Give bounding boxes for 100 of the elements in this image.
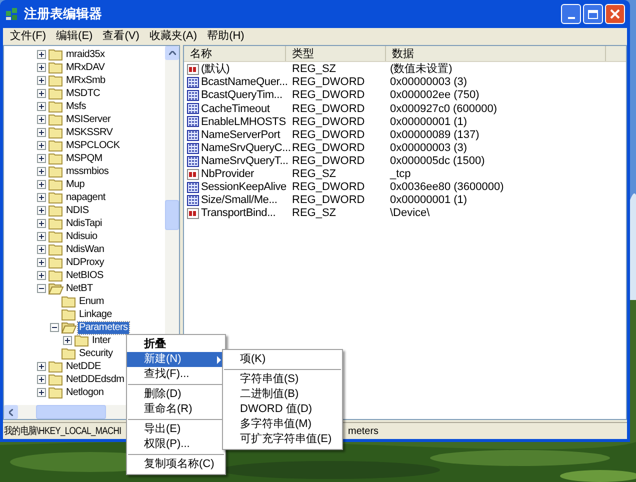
expander-icon[interactable] bbox=[37, 63, 46, 72]
expander-icon[interactable] bbox=[37, 232, 46, 241]
value-data: 0x00000003 (3) bbox=[389, 140, 468, 156]
expander-icon[interactable] bbox=[37, 219, 46, 228]
tree-item[interactable]: MSPQM bbox=[65, 152, 104, 164]
value-type: REG_DWORD bbox=[291, 128, 366, 143]
minimize-button[interactable] bbox=[561, 4, 581, 24]
tree-item[interactable]: mssmbios bbox=[65, 166, 110, 178]
scroll-thumb[interactable] bbox=[165, 200, 179, 230]
menu-item[interactable]: 二进制值(B) bbox=[223, 387, 342, 402]
expander-icon[interactable] bbox=[63, 336, 72, 345]
menu-item[interactable]: 权限(P)... bbox=[127, 437, 225, 452]
menu-item[interactable]: 复制项名称(C) bbox=[127, 457, 225, 472]
menu-item[interactable]: 折叠 bbox=[127, 337, 225, 352]
expander-icon[interactable] bbox=[37, 284, 46, 293]
expander-icon[interactable] bbox=[37, 375, 46, 384]
expander-icon[interactable] bbox=[37, 115, 46, 124]
expander-icon[interactable] bbox=[37, 76, 46, 85]
value-data: _tcp bbox=[388, 167, 411, 182]
tree-item[interactable]: Netlogon bbox=[65, 386, 105, 398]
column-header[interactable]: 数据 bbox=[386, 46, 606, 61]
tree-item[interactable]: NetBT bbox=[65, 282, 94, 294]
expander-icon[interactable] bbox=[37, 89, 46, 98]
expander-icon[interactable] bbox=[37, 102, 46, 111]
scroll-up-button[interactable] bbox=[165, 46, 179, 60]
folder-icon bbox=[48, 191, 64, 204]
expander-icon[interactable] bbox=[37, 141, 46, 150]
tree-item[interactable]: NdisWan bbox=[65, 244, 106, 256]
tree-item[interactable]: Msfs bbox=[65, 100, 87, 112]
open-folder-icon bbox=[61, 321, 77, 334]
registry-app-icon bbox=[5, 7, 19, 21]
folder-icon bbox=[48, 243, 64, 256]
menu-item[interactable]: 新建(N) bbox=[127, 352, 225, 367]
expander-icon[interactable] bbox=[37, 128, 46, 137]
maximize-button[interactable] bbox=[583, 4, 603, 24]
tree-item[interactable]: NDProxy bbox=[65, 256, 105, 268]
expander-icon[interactable] bbox=[37, 167, 46, 176]
tree-item[interactable]: Inter bbox=[91, 334, 112, 346]
tree-item[interactable]: napagent bbox=[65, 192, 106, 204]
expander-icon[interactable] bbox=[37, 245, 46, 254]
menu-item[interactable]: 文件(F) bbox=[5, 28, 52, 44]
expander-icon[interactable] bbox=[37, 50, 46, 59]
string-value-icon bbox=[187, 208, 199, 220]
menu-item[interactable]: 导出(E) bbox=[127, 422, 225, 437]
expander-icon[interactable] bbox=[37, 362, 46, 371]
tree-item[interactable]: Ndisuio bbox=[65, 230, 98, 242]
menu-item[interactable]: 查找(F)... bbox=[127, 367, 225, 382]
tree-item[interactable]: Mup bbox=[65, 178, 86, 190]
tree-item[interactable]: MSDTC bbox=[65, 88, 102, 100]
tree-item[interactable]: NetBIOS bbox=[65, 270, 104, 282]
folder-icon bbox=[61, 308, 77, 321]
menu-item[interactable]: 多字符串值(M) bbox=[223, 417, 342, 432]
menu-item[interactable]: 收藏夹(A) bbox=[144, 28, 202, 44]
value-data: 0x000002ee (750) bbox=[389, 88, 480, 104]
value-type: REG_DWORD bbox=[291, 154, 366, 169]
expander-icon[interactable] bbox=[37, 154, 46, 163]
expander-icon[interactable] bbox=[37, 180, 46, 189]
value-type: REG_DWORD bbox=[291, 180, 366, 195]
scroll-thumb[interactable] bbox=[36, 405, 106, 419]
tree-item[interactable]: MSIServer bbox=[65, 114, 112, 126]
tree-item[interactable]: NetDDE bbox=[65, 360, 102, 372]
scroll-left-button[interactable] bbox=[4, 405, 18, 419]
tree-item[interactable]: NdisTapi bbox=[65, 218, 103, 230]
menu-item[interactable]: 项(K) bbox=[223, 352, 342, 367]
column-header[interactable]: 名称 bbox=[184, 46, 286, 61]
tree-item[interactable]: MRxDAV bbox=[65, 62, 106, 74]
expander-icon[interactable] bbox=[37, 388, 46, 397]
menu-item[interactable]: 删除(D) bbox=[127, 387, 225, 402]
menu-item[interactable]: 字符串值(S) bbox=[223, 372, 342, 387]
expander-icon[interactable] bbox=[37, 271, 46, 280]
tree-item[interactable]: Security bbox=[78, 348, 114, 360]
menu-item[interactable]: DWORD 值(D) bbox=[223, 402, 342, 417]
tree-item[interactable]: NetDDEdsdm bbox=[65, 374, 126, 386]
menu-item[interactable]: 可扩充字符串值(E) bbox=[223, 432, 342, 447]
menu-item[interactable]: 编辑(E) bbox=[51, 28, 98, 44]
binary-value-icon bbox=[187, 116, 199, 128]
close-button[interactable] bbox=[605, 4, 625, 24]
tree-item[interactable]: MSKSSRV bbox=[65, 126, 114, 138]
expander-icon[interactable] bbox=[37, 258, 46, 267]
status-path: 我的电脑\HKEY_LOCAL_MACHI bbox=[4, 424, 122, 439]
folder-icon bbox=[61, 347, 77, 360]
menu-item[interactable]: 帮助(H) bbox=[202, 28, 250, 44]
expander-icon[interactable] bbox=[50, 323, 59, 332]
expander-icon[interactable] bbox=[37, 193, 46, 202]
tree-item[interactable]: MRxSmb bbox=[65, 74, 106, 86]
expander-icon[interactable] bbox=[37, 206, 46, 215]
menu-item[interactable]: 重命名(R) bbox=[127, 402, 225, 417]
tree-item[interactable]: Enum bbox=[78, 296, 105, 308]
tree-item[interactable]: MSPCLOCK bbox=[65, 140, 121, 152]
folder-icon bbox=[48, 256, 64, 269]
menu-item[interactable]: 查看(V) bbox=[98, 28, 144, 44]
tree-item[interactable]: NDIS bbox=[65, 204, 90, 216]
value-data: 0x00000001 (1) bbox=[389, 114, 468, 130]
folder-icon bbox=[48, 113, 64, 126]
value-type: REG_DWORD bbox=[291, 193, 366, 208]
column-header[interactable]: 类型 bbox=[286, 46, 386, 61]
tree-item[interactable]: mraid35x bbox=[65, 48, 106, 60]
tree-item[interactable]: Parameters bbox=[78, 322, 129, 334]
tree-item[interactable]: Linkage bbox=[78, 308, 113, 320]
folder-icon bbox=[48, 373, 64, 386]
